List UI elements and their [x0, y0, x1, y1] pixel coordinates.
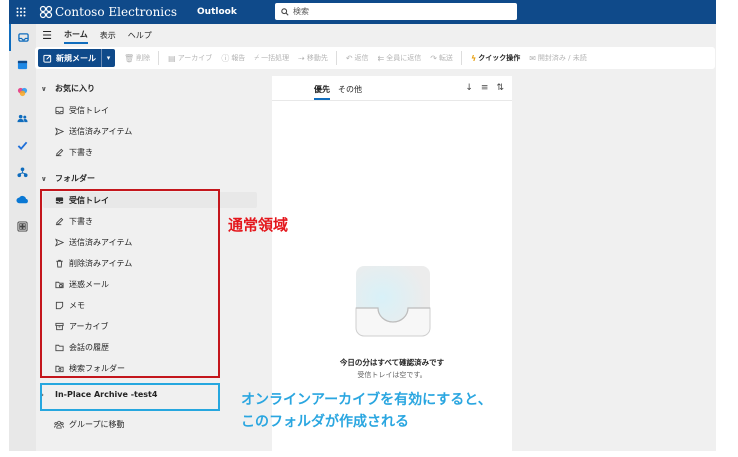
app-rail: [9, 24, 36, 451]
favorites-header[interactable]: ∨ お気に入り: [41, 83, 95, 94]
normal-area-annotation: 通常領域: [228, 216, 289, 234]
new-mail-main[interactable]: 新規メール: [38, 49, 101, 67]
quick-steps-label: クイック操作: [478, 54, 521, 62]
ribbon-toolbar: 新規メール ▾ 🗑 削除 ▤ アーカイブ ⓘ 報告 ⌿ 一括処理 ⇢ 移動先 ↶ 返信 ⇇ 全…: [35, 47, 715, 69]
favorite-item-sent[interactable]: 送信済みアイテム: [53, 124, 132, 138]
empty-inbox-illustration: [355, 266, 431, 337]
favorite-item-label: 受信トレイ: [69, 105, 109, 115]
reply-button[interactable]: ↶ 返信: [346, 53, 369, 63]
empty-state-title: 今日の分はすべて確認済みです: [339, 358, 445, 367]
folders-header-label: フォルダー: [55, 174, 95, 183]
favorite-item-label: 送信済みアイテム: [69, 126, 133, 136]
hamburger-menu-icon[interactable]: ☰: [36, 29, 58, 42]
groups-icon: [53, 418, 65, 430]
compose-icon: [43, 54, 52, 63]
people-app-icon[interactable]: [9, 105, 36, 132]
chevron-down-icon: ∨: [41, 174, 47, 183]
tab-help[interactable]: ヘルプ: [128, 28, 152, 43]
move-to-button[interactable]: ⇢ 移動先: [298, 53, 328, 63]
new-mail-button[interactable]: 新規メール ▾: [38, 49, 115, 67]
archive-annotation-line1: オンラインアーカイブを有効にすると、: [241, 392, 492, 408]
top-bar: Contoso Electronics Outlook 検索: [9, 0, 716, 24]
tab-home[interactable]: ホーム: [64, 27, 88, 44]
chevron-down-icon: ∨: [41, 84, 47, 93]
archive-icon: ▤: [168, 53, 176, 63]
archive-annotation: オンラインアーカイブを有効にすると、 このフォルダが作成される: [241, 389, 492, 433]
broom-icon: ⌿: [254, 53, 260, 62]
forward-button[interactable]: ↷ 転送: [430, 53, 453, 63]
more-apps-icon[interactable]: [9, 213, 36, 240]
report-icon: ⓘ: [221, 53, 230, 63]
onedrive-app-icon[interactable]: [9, 186, 36, 213]
tab-other[interactable]: その他: [338, 84, 362, 100]
inbox-icon: [53, 104, 65, 116]
reply-icon: ↶: [345, 53, 353, 63]
go-to-groups-link[interactable]: グループに移動: [53, 417, 125, 431]
filter-icon[interactable]: ≡: [481, 83, 489, 93]
read-unread-button[interactable]: ✉ 開封済み / 未読: [529, 53, 587, 63]
favorites-header-label: お気に入り: [55, 84, 95, 93]
archive-annotation-line2: このフォルダが作成される: [241, 414, 409, 430]
ribbon-divider: [158, 51, 160, 65]
favorite-item-inbox[interactable]: 受信トレイ: [53, 103, 109, 117]
reply-all-icon: ⇇: [377, 53, 385, 63]
divider: [272, 100, 512, 101]
send-icon: [53, 125, 65, 137]
app-launcher-icon[interactable]: [9, 0, 33, 24]
folders-header[interactable]: ∨ フォルダー: [41, 173, 95, 184]
lightning-icon: ϟ: [470, 53, 477, 63]
brand-name: Contoso Electronics: [55, 5, 178, 19]
archive-button[interactable]: ▤ アーカイブ: [168, 53, 212, 63]
brand[interactable]: Contoso Electronics: [39, 5, 177, 19]
quick-steps-button[interactable]: ϟ クイック操作: [471, 53, 520, 63]
normal-area-highlight-box: [40, 189, 220, 378]
reply-all-label: 全員に返信: [386, 54, 422, 62]
reply-label: 返信: [354, 54, 369, 62]
forward-label: 転送: [438, 54, 453, 62]
jump-down-icon[interactable]: ↓: [465, 83, 473, 93]
contoso-logo-icon: [39, 5, 53, 19]
sweep-button[interactable]: ⌿ 一括処理: [254, 53, 289, 63]
calendar-app-icon[interactable]: [9, 51, 36, 78]
sweep-label: 一括処理: [261, 54, 290, 62]
report-button[interactable]: ⓘ 報告: [221, 53, 245, 64]
search-icon: [281, 7, 289, 16]
move-folder-icon: ⇢: [298, 53, 305, 63]
delete-button[interactable]: 🗑 削除: [124, 53, 150, 63]
envelope-open-icon: ✉: [529, 53, 536, 63]
favorite-item-drafts[interactable]: 下書き: [53, 145, 93, 159]
delete-label: 削除: [136, 54, 151, 62]
report-label: 報告: [231, 54, 246, 62]
sort-icon[interactable]: ⇅: [496, 83, 504, 93]
tab-focused[interactable]: 優先: [314, 84, 330, 100]
archive-highlight-box: [40, 383, 220, 411]
ribbon-divider: [335, 51, 337, 65]
go-to-groups-label: グループに移動: [69, 419, 125, 429]
archive-label: アーカイブ: [177, 54, 213, 62]
draft-icon: [53, 146, 65, 158]
tab-view[interactable]: 表示: [100, 28, 116, 43]
search-input[interactable]: 検索: [275, 3, 517, 20]
trash-icon: 🗑: [124, 53, 135, 63]
read-unread-label: 開封済み / 未読: [537, 54, 587, 62]
message-list-tabs: 優先 その他: [314, 84, 370, 100]
ribbon-tabs: ☰ ホーム 表示 ヘルプ: [36, 24, 716, 46]
app-name[interactable]: Outlook: [197, 7, 237, 17]
reply-all-button[interactable]: ⇇ 全員に返信: [378, 53, 422, 63]
copilot-app-icon[interactable]: [9, 78, 36, 105]
empty-state-subtitle: 受信トレイは空です。: [357, 371, 427, 379]
favorite-item-label: 下書き: [69, 147, 93, 157]
mail-app-icon[interactable]: [9, 24, 36, 51]
new-mail-label: 新規メール: [56, 53, 96, 63]
message-list-tools: ↓ ≡ ⇅: [457, 83, 504, 93]
ribbon-divider: [460, 51, 462, 65]
forward-icon: ↷: [430, 53, 437, 63]
move-to-label: 移動先: [306, 54, 328, 62]
todo-app-icon[interactable]: [9, 132, 36, 159]
search-placeholder: 検索: [293, 7, 309, 16]
new-mail-dropdown-icon[interactable]: ▾: [101, 49, 115, 67]
org-explorer-icon[interactable]: [9, 159, 36, 186]
